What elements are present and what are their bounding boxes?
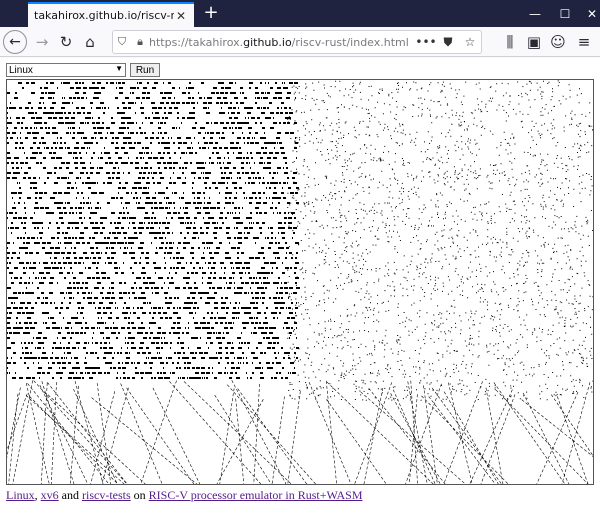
menu-button[interactable]: ≡ — [572, 30, 596, 54]
noise-streak — [219, 388, 235, 484]
noise-streak — [120, 383, 163, 484]
home-button[interactable]: ⌂ — [78, 30, 102, 54]
tab-close-icon[interactable]: ✕ — [174, 9, 188, 23]
noise-streak — [522, 392, 570, 484]
address-bar[interactable]: ⛉ 🔒︎ https://takahirox.github.io/riscv-r… — [112, 30, 482, 54]
noise-streak — [235, 398, 245, 484]
noise-streak — [47, 394, 146, 484]
noise-streak — [39, 385, 89, 484]
tab-active[interactable]: takahirox.github.io/riscv-rust/index.h ✕ — [28, 2, 194, 27]
noise-streak — [152, 387, 201, 484]
noise-streak — [41, 381, 75, 484]
lock-icon[interactable]: 🔒︎ — [131, 35, 149, 49]
new-tab-button[interactable]: + — [200, 2, 222, 24]
noise-streak — [428, 396, 496, 484]
os-select-value: Linux — [9, 64, 33, 76]
noise-streak — [69, 385, 79, 484]
home-icon: ⌂ — [85, 33, 95, 51]
noise-streak — [91, 397, 198, 484]
arrow-right-icon: → — [35, 33, 49, 51]
noise-streak — [485, 387, 504, 484]
shield-icon[interactable]: ⛉ — [113, 35, 131, 49]
noise-streak — [140, 380, 177, 484]
navigation-toolbar: ← → ↻ ⌂ ⛉ 🔒︎ https://takahirox.github.io… — [0, 27, 600, 57]
emulator-terminal[interactable] — [6, 79, 594, 485]
noise-streak — [214, 394, 272, 484]
noise-streak — [326, 381, 434, 484]
noise-streak — [431, 387, 502, 484]
noise-streak — [231, 380, 287, 484]
footer-sep-3: on — [130, 488, 149, 502]
linux-link[interactable]: Linux — [6, 488, 35, 502]
noise-streak — [536, 391, 579, 484]
hamburger-menu-icon: ≡ — [577, 33, 591, 51]
url-path: /riscv-rust/index.html — [291, 35, 409, 49]
noise-streak — [12, 380, 33, 484]
sidebar-icon: ▣ — [526, 33, 542, 51]
noise-streak — [126, 387, 195, 484]
forward-button[interactable]: → — [30, 30, 54, 54]
noise-streak — [557, 396, 589, 484]
pocket-icon[interactable]: ⛊ — [437, 35, 459, 50]
noise-streak — [216, 399, 264, 484]
noise-streak — [29, 396, 119, 484]
account-icon: ☺ — [550, 33, 566, 51]
noise-streak — [493, 382, 566, 484]
noise-streak — [50, 382, 57, 484]
noise-streak — [368, 388, 446, 484]
emulator-link[interactable]: RISC-V processor emulator in Rust+WASM — [149, 488, 363, 502]
noise-streak — [480, 394, 516, 484]
tab-title: takahirox.github.io/riscv-rust/index.h — [34, 9, 174, 22]
noise-streak — [47, 382, 128, 484]
footer-sep-2: and — [58, 488, 82, 502]
noise-streak — [360, 391, 466, 484]
noise-streak — [410, 380, 418, 484]
page-footer: Linux, xv6 and riscv-tests on RISC-V pro… — [6, 488, 363, 503]
noise-streak — [308, 382, 352, 484]
run-button[interactable]: Run — [130, 63, 160, 77]
noise-streak — [33, 380, 128, 484]
riscv-tests-link[interactable]: riscv-tests — [82, 488, 131, 502]
close-window-button[interactable]: ✕ — [572, 0, 600, 27]
chevron-down-icon: ▼ — [115, 64, 123, 73]
back-button[interactable]: ← — [3, 30, 27, 54]
emulator-controls: Linux ▼ Run — [6, 63, 160, 77]
noise-streak — [27, 383, 110, 484]
noise-streak — [448, 382, 473, 484]
os-select[interactable]: Linux ▼ — [6, 63, 126, 77]
noise-streak — [287, 391, 301, 484]
url-host: github.io — [243, 35, 292, 49]
library-icon: ⫼ — [506, 33, 514, 51]
bookmark-star-icon[interactable]: ☆ — [459, 35, 481, 49]
url-text[interactable]: https://takahirox.github.io/riscv-rust/i… — [149, 36, 415, 49]
noise-streak — [253, 383, 260, 484]
reload-button[interactable]: ↻ — [54, 30, 78, 54]
noise-streak — [237, 388, 308, 484]
tab-strip: takahirox.github.io/riscv-rust/index.h ✕… — [0, 0, 600, 27]
account-button[interactable]: ☺ — [546, 30, 570, 54]
terminal-output-noise — [7, 80, 593, 484]
sidebar-button[interactable]: ▣ — [522, 30, 546, 54]
arrow-left-icon: ← — [9, 34, 21, 50]
noise-streak — [40, 382, 48, 484]
library-button[interactable]: ⫼ — [498, 30, 522, 54]
noise-streak — [227, 384, 316, 484]
reload-icon: ↻ — [59, 33, 73, 51]
page-actions-button[interactable]: ••• — [415, 35, 437, 49]
page-content: Linux ▼ Run Linux, xv6 and riscv-tests o… — [0, 58, 600, 519]
noise-streak — [354, 382, 393, 484]
xv6-link[interactable]: xv6 — [41, 488, 59, 502]
noise-streak — [421, 395, 509, 484]
noise-streak — [325, 380, 337, 484]
noise-pixels — [7, 80, 593, 401]
noise-streak — [521, 399, 593, 457]
url-prefix: https://takahirox. — [149, 35, 244, 49]
noise-streak — [443, 391, 499, 484]
